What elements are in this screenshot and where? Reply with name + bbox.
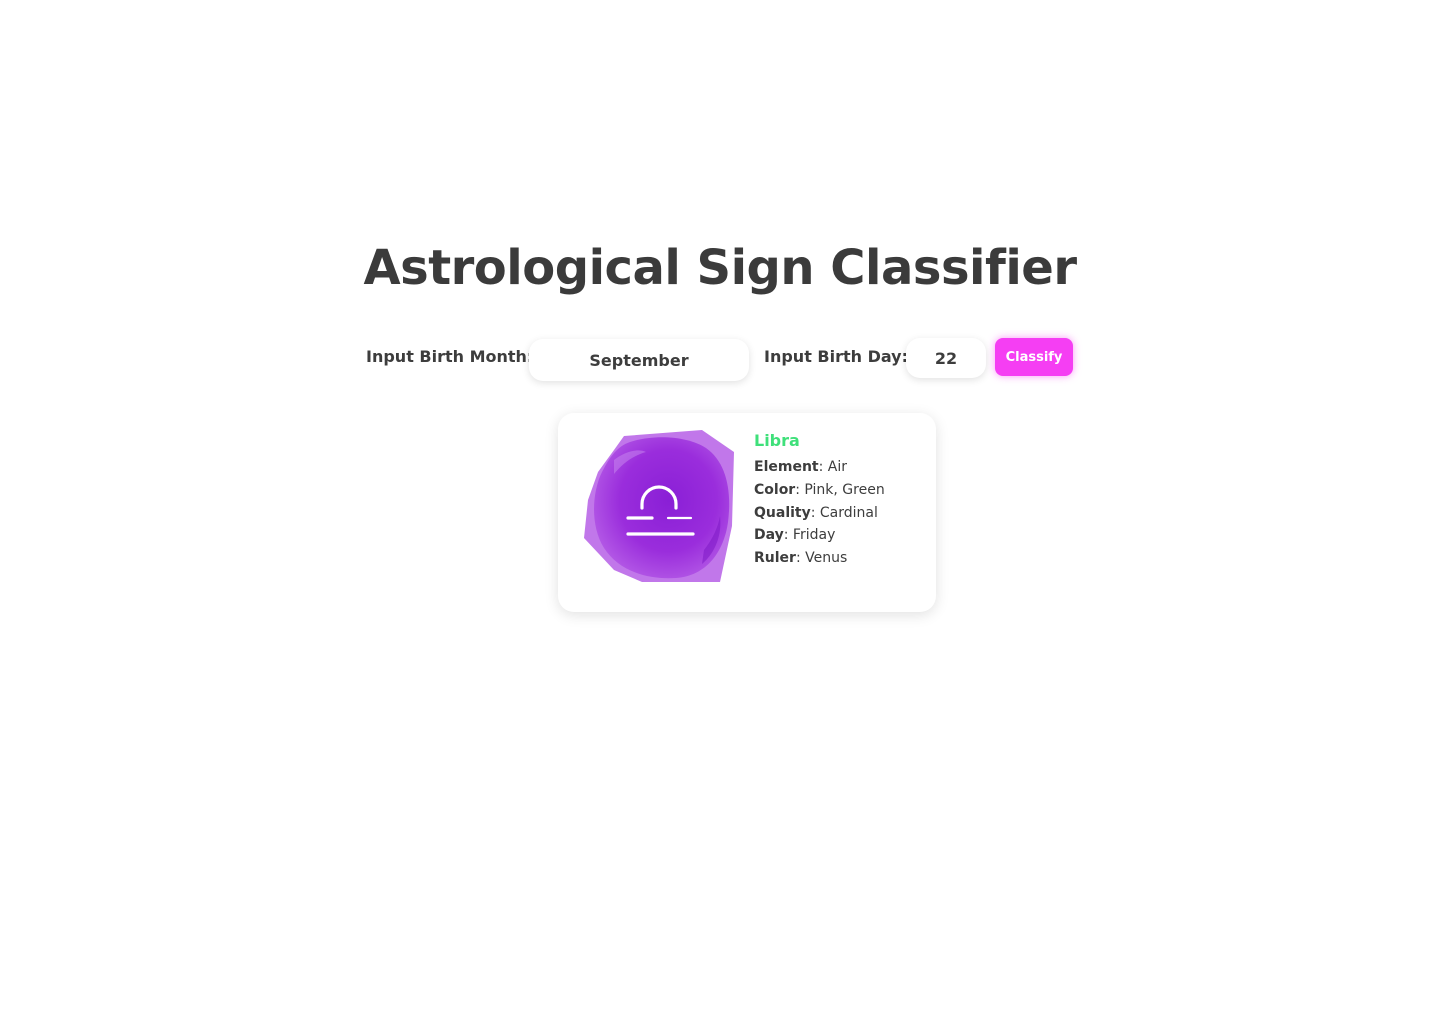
attribute-color: Color: Pink, Green: [754, 479, 924, 502]
attribute-key: Element: [754, 459, 819, 475]
page-title: Astrological Sign Classifier: [363, 240, 1077, 296]
birth-day-input[interactable]: 22: [906, 338, 986, 378]
attribute-value: : Venus: [795, 550, 848, 567]
attribute-value: : Cardinal: [810, 504, 878, 521]
libra-symbol-icon: [584, 430, 734, 582]
attribute-element: Element: Air: [754, 456, 924, 479]
birth-month-input[interactable]: September: [529, 339, 749, 381]
attribute-ruler: Ruler: Venus: [754, 547, 924, 570]
attribute-quality: Quality: Cardinal: [754, 502, 924, 525]
classifier-form: Input Birth Month: September Input Birth…: [0, 337, 1440, 381]
sign-name: Libra: [754, 431, 800, 450]
birth-day-label: Input Birth Day:: [764, 347, 908, 366]
page: Astrological Sign Classifier Input Birth…: [0, 0, 1440, 1024]
classify-button[interactable]: Classify: [995, 338, 1073, 376]
birth-month-label: Input Birth Month:: [366, 347, 534, 366]
attribute-key: Color: [754, 481, 796, 498]
attribute-key: Ruler: [754, 550, 796, 567]
attribute-value: : Friday: [783, 527, 836, 544]
attribute-value: : Air: [818, 459, 847, 475]
attribute-value: : Pink, Green: [795, 481, 885, 498]
attribute-day: Day: Friday: [754, 524, 924, 547]
attribute-key: Quality: [754, 504, 811, 521]
sign-info: Libra Element: Air Color: Pink, Green Qu…: [754, 430, 924, 570]
attribute-key: Day: [754, 527, 784, 544]
result-card: Libra Element: Air Color: Pink, Green Qu…: [558, 413, 936, 612]
